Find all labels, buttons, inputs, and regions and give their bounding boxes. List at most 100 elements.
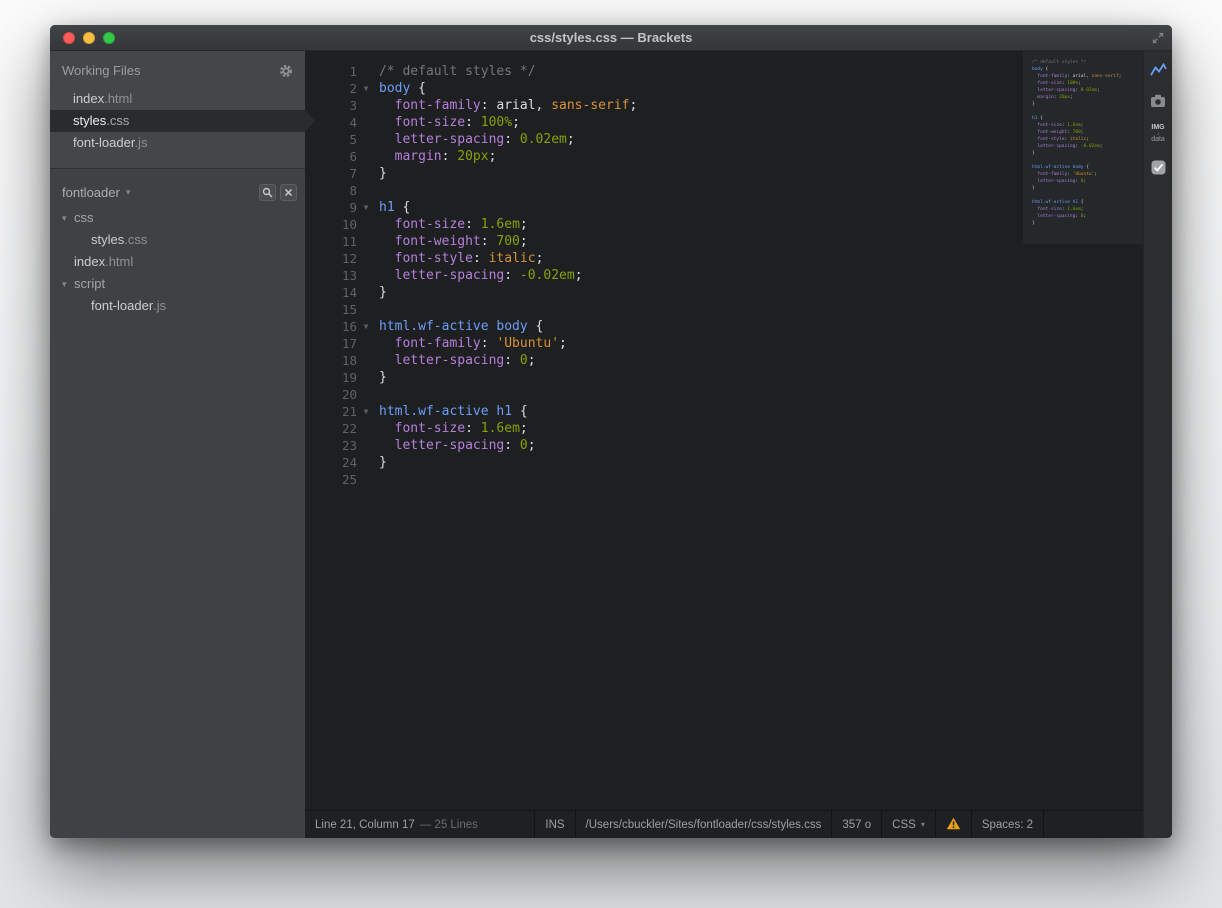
minimap-line: html.wf-active body {	[1032, 164, 1134, 171]
line-number: 6	[305, 148, 357, 165]
code-token: ;	[520, 234, 528, 249]
code-text: margin: 20px;	[375, 148, 496, 165]
checkbox-icon[interactable]	[1151, 160, 1166, 175]
working-file-styles.css[interactable]: styles.css	[50, 110, 305, 132]
main-area: Working Files index.htmlstyles.cssfont-l…	[50, 51, 1172, 838]
language-selector[interactable]: CSS ▾	[881, 811, 935, 838]
fold-arrow-icon[interactable]: ▼	[357, 199, 375, 216]
fullscreen-icon[interactable]	[1151, 31, 1165, 45]
tree-file-font-loader.js[interactable]: font-loader.js	[50, 295, 305, 317]
zoom-button[interactable]	[103, 32, 115, 44]
code-token: body	[1032, 67, 1043, 72]
minimap-line: /* default styles */	[1032, 59, 1134, 66]
code-token	[379, 98, 395, 113]
code-token: font-size	[1037, 81, 1061, 86]
code-token: {	[1083, 165, 1088, 170]
code-text	[375, 301, 379, 318]
code-token: ;	[528, 353, 536, 368]
minimap-line: letter-spacing: 0.02em;	[1032, 87, 1134, 94]
line-number: 2	[305, 80, 357, 97]
code-token: }	[379, 455, 387, 470]
line-number: 25	[305, 471, 357, 488]
code-token: font-size	[1037, 207, 1061, 212]
working-file-font-loader.js[interactable]: font-loader.js	[50, 132, 305, 154]
code-token: :	[473, 251, 489, 266]
code-text: font-style: italic;	[375, 250, 543, 267]
code-line-12: 12 font-style: italic;	[305, 250, 1023, 267]
close-button[interactable]	[63, 32, 75, 44]
minimap-line	[1032, 192, 1134, 199]
code-line-20: 20	[305, 386, 1023, 403]
file-extension: .html	[104, 91, 132, 106]
indent-setting[interactable]: Spaces: 2	[971, 811, 1043, 838]
file-name: styles	[91, 229, 124, 251]
code-line-4: 4 font-size: 100%;	[305, 114, 1023, 131]
code-line-10: 10 font-size: 1.6em;	[305, 216, 1023, 233]
code-token: ;	[1078, 81, 1081, 86]
code-token: font-size	[395, 217, 465, 232]
code-token: 1.6em	[1067, 123, 1081, 128]
insert-mode-toggle[interactable]: INS	[534, 811, 574, 838]
fold-arrow-icon[interactable]: ▼	[357, 403, 375, 420]
code-line-17: 17 font-family: 'Ubuntu';	[305, 335, 1023, 352]
cursor-position[interactable]: Line 21, Column 17 — 25 Lines	[305, 811, 488, 838]
code-text: font-weight: 700;	[375, 233, 528, 250]
indent-label: Spaces: 2	[982, 819, 1033, 831]
line-number: 9	[305, 199, 357, 216]
line-number: 7	[305, 165, 357, 182]
project-buttons	[259, 184, 297, 201]
lint-warning[interactable]	[935, 811, 971, 838]
fold-arrow-icon[interactable]: ▼	[357, 318, 375, 335]
fold-arrow-icon[interactable]: ▼	[357, 80, 375, 97]
code-minimap[interactable]: /* default styles */ body { font-family : …	[1023, 51, 1143, 244]
code-token: {	[410, 81, 426, 96]
warning-icon	[946, 817, 961, 833]
minimap-line: font-weight: 700;	[1032, 129, 1134, 136]
code-line-19: 19}	[305, 369, 1023, 386]
code-line-21: 21▼html.wf-active h1 {	[305, 403, 1023, 420]
code-token: margin	[395, 149, 442, 164]
fold-gutter	[357, 369, 375, 386]
file-extension: .css	[124, 229, 147, 251]
code-token: html.wf-active h1	[1032, 200, 1078, 205]
code-token: font-weight	[1037, 130, 1067, 135]
close-search-button[interactable]	[280, 184, 297, 201]
code-token: : arial,	[1067, 74, 1091, 79]
img-to-data-icon[interactable]: IMG ↓ data	[1151, 125, 1165, 143]
code-editor[interactable]: 1/* default styles */2▼body {3 font-fami…	[305, 51, 1143, 810]
working-file-index.html[interactable]: index.html	[50, 88, 305, 110]
fold-gutter	[357, 148, 375, 165]
code-token: letter-spacing	[1037, 214, 1075, 219]
code-token: ;	[1094, 172, 1097, 177]
gear-icon[interactable]	[279, 64, 293, 78]
code-line-8: 8	[305, 182, 1023, 199]
code-token: sans-serif	[551, 98, 629, 113]
project-tree: ▾cssstyles.cssindex.html▾scriptfont-load…	[50, 207, 305, 317]
code-line-18: 18 letter-spacing: 0;	[305, 352, 1023, 369]
code-token: font-family	[1037, 172, 1067, 177]
code-text: body {	[375, 80, 426, 97]
minimap-line: html.wf-active h1 {	[1032, 199, 1134, 206]
code-text	[375, 386, 379, 403]
extension-toolbar: IMG ↓ data	[1143, 51, 1172, 838]
code-token: ;	[629, 98, 637, 113]
code-token: :	[504, 268, 520, 283]
minimize-button[interactable]	[83, 32, 95, 44]
code-token: ;	[520, 421, 528, 436]
code-token: letter-spacing	[395, 353, 505, 368]
find-in-files-button[interactable]	[259, 184, 276, 201]
code-token: /* default styles */	[1032, 60, 1086, 65]
line-number: 24	[305, 454, 357, 471]
tree-file-styles.css[interactable]: styles.css	[50, 229, 305, 251]
fold-gutter	[357, 216, 375, 233]
minimap-line: letter-spacing: 0;	[1032, 178, 1134, 185]
tree-file-index.html[interactable]: index.html	[50, 251, 305, 273]
project-section: fontloader ▾	[50, 169, 305, 317]
tree-folder-script[interactable]: ▾script	[50, 273, 305, 295]
code-text: font-size: 1.6em;	[375, 420, 528, 437]
code-line-23: 23 letter-spacing: 0;	[305, 437, 1023, 454]
line-chart-icon[interactable]	[1150, 63, 1167, 77]
project-dropdown[interactable]: fontloader ▾	[62, 185, 130, 200]
camera-icon[interactable]	[1150, 94, 1166, 108]
tree-folder-css[interactable]: ▾css	[50, 207, 305, 229]
